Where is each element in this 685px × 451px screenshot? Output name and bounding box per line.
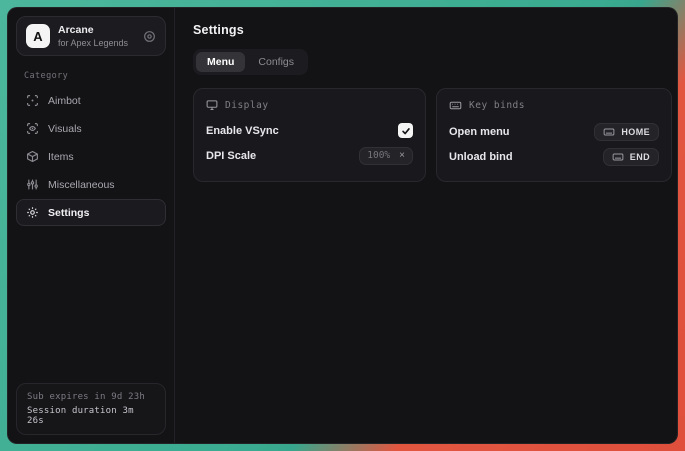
dpi-scale-value: 100% [367, 150, 390, 161]
sidebar: A Arcane for Apex Legends Category [8, 8, 175, 443]
keyboard-icon [612, 151, 624, 163]
sidebar-item-aimbot[interactable]: Aimbot [16, 87, 166, 114]
sidebar-nav: Aimbot Visuals [16, 87, 166, 226]
keyboard-icon [603, 126, 615, 138]
display-card: Display Enable VSync DPI Scale 100% × [193, 88, 426, 182]
sidebar-item-label: Visuals [48, 123, 82, 135]
tab-configs[interactable]: Configs [247, 52, 305, 72]
subscription-card: Sub expires in 9d 23h Session duration 3… [16, 383, 166, 435]
settings-cards: Display Enable VSync DPI Scale 100% × [193, 88, 672, 182]
settings-tabbar: Menu Configs [193, 49, 308, 75]
category-section-label: Category [24, 71, 158, 81]
keybinds-card-title: Key binds [469, 100, 525, 111]
vsync-label: Enable VSync [206, 125, 279, 137]
sidebar-item-miscellaneous[interactable]: Miscellaneous [16, 171, 166, 198]
display-card-header: Display [206, 99, 413, 111]
keybinds-card: Key binds Open menu HOME [436, 88, 672, 182]
dpi-scale-label: DPI Scale [206, 150, 256, 162]
sub-expires-text: Sub expires in 9d 23h [27, 392, 155, 402]
open-menu-bind-key: HOME [621, 127, 650, 137]
brand-text: Arcane for Apex Legends [58, 24, 135, 48]
vsync-checkbox[interactable] [398, 123, 413, 138]
dpi-scale-row: DPI Scale 100% × [206, 143, 413, 168]
open-menu-label: Open menu [449, 126, 510, 138]
package-icon [26, 150, 39, 163]
sidebar-item-visuals[interactable]: Visuals [16, 115, 166, 142]
sidebar-item-label: Settings [48, 207, 89, 219]
keybinds-card-header: Key binds [449, 99, 659, 112]
page-title: Settings [193, 23, 672, 37]
monitor-icon [206, 99, 218, 111]
brand-card: A Arcane for Apex Legends [16, 16, 166, 56]
unload-bind-row: Unload bind END [449, 144, 659, 169]
sidebar-item-items[interactable]: Items [16, 143, 166, 170]
sidebar-spacer [16, 226, 166, 383]
sidebar-item-label: Miscellaneous [48, 179, 115, 191]
scan-eye-icon [26, 122, 39, 135]
sidebar-item-label: Aimbot [48, 95, 81, 107]
unload-bind-button[interactable]: END [603, 148, 659, 166]
brand-name: Arcane [58, 24, 135, 36]
dpi-scale-input[interactable]: 100% × [359, 147, 413, 165]
unload-bind-label: Unload bind [449, 151, 513, 163]
emblem-icon[interactable] [143, 30, 156, 43]
unload-bind-key: END [630, 152, 650, 162]
open-menu-bind-button[interactable]: HOME [594, 123, 659, 141]
crosshair-icon [26, 94, 39, 107]
app-window: A Arcane for Apex Legends Category [7, 7, 678, 444]
gear-icon [26, 206, 39, 219]
main-content: Settings Menu Configs Display [175, 8, 678, 443]
sidebar-item-settings[interactable]: Settings [16, 199, 166, 226]
brand-logo: A [26, 24, 50, 48]
tab-menu[interactable]: Menu [196, 52, 245, 72]
sidebar-item-label: Items [48, 151, 74, 163]
open-menu-row: Open menu HOME [449, 119, 659, 144]
keyboard-icon [449, 99, 462, 112]
brand-subtitle: for Apex Legends [58, 38, 135, 48]
vsync-row: Enable VSync [206, 118, 413, 143]
sliders-icon [26, 178, 39, 191]
clear-icon[interactable]: × [399, 151, 405, 161]
session-duration-text: Session duration 3m 26s [27, 406, 155, 426]
display-card-title: Display [225, 100, 269, 111]
